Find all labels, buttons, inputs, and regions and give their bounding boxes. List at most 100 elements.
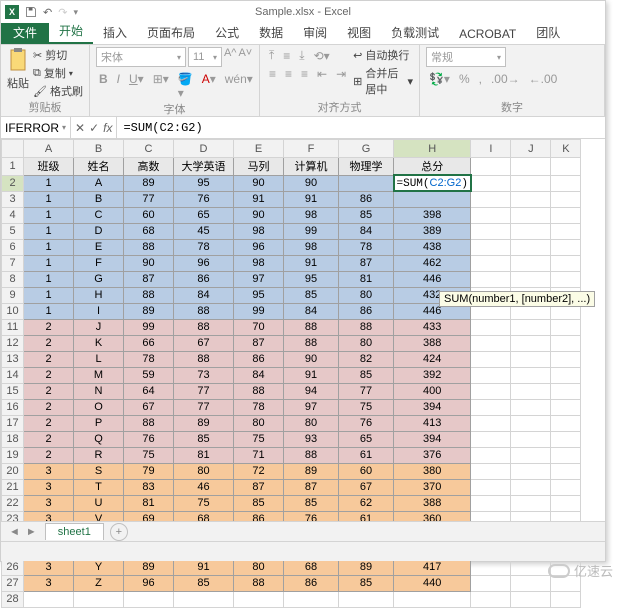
cell[interactable]: 1 (24, 255, 74, 271)
cell[interactable]: 90 (124, 255, 174, 271)
cell[interactable]: 95 (234, 287, 284, 303)
cell[interactable]: 65 (174, 207, 234, 223)
tab-team[interactable]: 团队 (526, 21, 570, 44)
indent-dec-icon[interactable]: ⇤ (314, 66, 330, 82)
cell[interactable]: 394 (394, 431, 471, 447)
cell[interactable]: 75 (234, 431, 284, 447)
wrap-button[interactable]: ↩自动换行 (353, 47, 413, 63)
cell[interactable]: 88 (284, 319, 339, 335)
cell[interactable]: 76 (339, 415, 394, 431)
cell[interactable]: M (74, 367, 124, 383)
cell[interactable]: 1 (24, 239, 74, 255)
cell[interactable]: 388 (394, 335, 471, 351)
cell[interactable]: 97 (234, 271, 284, 287)
cell[interactable]: 3 (24, 495, 74, 511)
cell[interactable]: 398 (394, 207, 471, 223)
align-bottom-icon[interactable]: ⤓ (296, 47, 307, 64)
cell[interactable]: 2 (24, 415, 74, 431)
row-header[interactable]: 12 (2, 335, 24, 351)
cell[interactable]: 68 (124, 223, 174, 239)
header-cell[interactable]: 物理学 (339, 158, 394, 176)
cell[interactable]: N (74, 383, 124, 399)
cell[interactable]: 462 (394, 255, 471, 271)
cell[interactable]: 77 (174, 399, 234, 415)
cell[interactable]: 85 (174, 575, 234, 591)
cell[interactable]: 86 (339, 191, 394, 207)
cell[interactable]: 88 (124, 287, 174, 303)
cell[interactable]: 85 (339, 575, 394, 591)
fill-color-button[interactable]: 🪣▾ (175, 71, 196, 101)
cell[interactable]: 78 (234, 399, 284, 415)
row-header[interactable]: 8 (2, 271, 24, 287)
cell[interactable]: 88 (234, 383, 284, 399)
tab-data[interactable]: 数据 (249, 21, 293, 44)
cell[interactable]: 73 (174, 367, 234, 383)
row-header[interactable]: 27 (2, 575, 24, 591)
cell[interactable]: D (74, 223, 124, 239)
cell[interactable]: 1 (24, 207, 74, 223)
cell[interactable]: 2 (24, 383, 74, 399)
tab-formula[interactable]: 公式 (205, 21, 249, 44)
cell[interactable]: 1 (24, 223, 74, 239)
cell[interactable]: 85 (284, 287, 339, 303)
cell[interactable]: 80 (234, 415, 284, 431)
cell[interactable]: Y (74, 559, 124, 575)
cell[interactable]: 99 (284, 223, 339, 239)
cell[interactable]: G (74, 271, 124, 287)
cell[interactable]: 81 (339, 271, 394, 287)
cell[interactable]: 62 (339, 495, 394, 511)
sheet-nav-prev-icon[interactable]: ◄ (9, 526, 20, 538)
cell[interactable]: Z (74, 575, 124, 591)
row-header[interactable]: 4 (2, 207, 24, 223)
cell[interactable]: 90 (284, 351, 339, 367)
paste-button[interactable]: 粘贴 (7, 47, 29, 91)
tab-file[interactable]: 文件 (1, 21, 49, 44)
cell[interactable]: 388 (394, 495, 471, 511)
header-cell[interactable]: 马列 (234, 158, 284, 176)
increase-font-icon[interactable]: A^ (224, 47, 237, 67)
dec-dec-icon[interactable]: ←.00 (526, 71, 561, 87)
cell[interactable]: 81 (174, 447, 234, 463)
row-header[interactable]: 19 (2, 447, 24, 463)
indent-inc-icon[interactable]: ⇥ (333, 66, 349, 82)
cell[interactable]: 98 (284, 239, 339, 255)
tab-insert[interactable]: 插入 (93, 21, 137, 44)
cell[interactable]: 79 (124, 463, 174, 479)
row-header[interactable]: 2 (2, 175, 24, 191)
copy-button[interactable]: ⧉复制▾ (33, 65, 83, 81)
col-header[interactable]: B (74, 140, 124, 158)
cell[interactable]: 46 (174, 479, 234, 495)
font-size-combo[interactable]: 11▾ (188, 47, 222, 67)
cell[interactable]: 3 (24, 479, 74, 495)
cell[interactable]: 93 (284, 431, 339, 447)
cell[interactable]: 60 (124, 207, 174, 223)
cell[interactable]: 88 (124, 415, 174, 431)
painter-button[interactable]: 🖌格式刷 (33, 83, 83, 99)
cell[interactable]: L (74, 351, 124, 367)
tab-load[interactable]: 负载测试 (381, 21, 449, 44)
cell[interactable]: 89 (124, 559, 174, 575)
col-header[interactable]: E (234, 140, 284, 158)
cell[interactable]: 80 (284, 415, 339, 431)
cell[interactable]: 2 (24, 367, 74, 383)
cell[interactable]: I (74, 303, 124, 319)
cell[interactable]: 3 (24, 463, 74, 479)
cell[interactable]: 91 (284, 255, 339, 271)
cell[interactable]: 78 (339, 239, 394, 255)
tab-review[interactable]: 审阅 (293, 21, 337, 44)
cell[interactable]: A (74, 175, 124, 191)
cell[interactable]: 59 (124, 367, 174, 383)
col-header[interactable]: D (174, 140, 234, 158)
cancel-icon[interactable]: ✕ (75, 121, 85, 135)
cell[interactable]: 75 (174, 495, 234, 511)
col-header[interactable]: C (124, 140, 174, 158)
cell[interactable]: 85 (339, 207, 394, 223)
cell[interactable]: S (74, 463, 124, 479)
row-header[interactable]: 13 (2, 351, 24, 367)
cell[interactable]: 66 (124, 335, 174, 351)
cell[interactable] (339, 175, 394, 191)
decrease-font-icon[interactable]: A˅ (238, 47, 252, 67)
cell[interactable]: 446 (394, 271, 471, 287)
row-header[interactable]: 28 (2, 591, 24, 607)
cell[interactable]: 78 (174, 239, 234, 255)
